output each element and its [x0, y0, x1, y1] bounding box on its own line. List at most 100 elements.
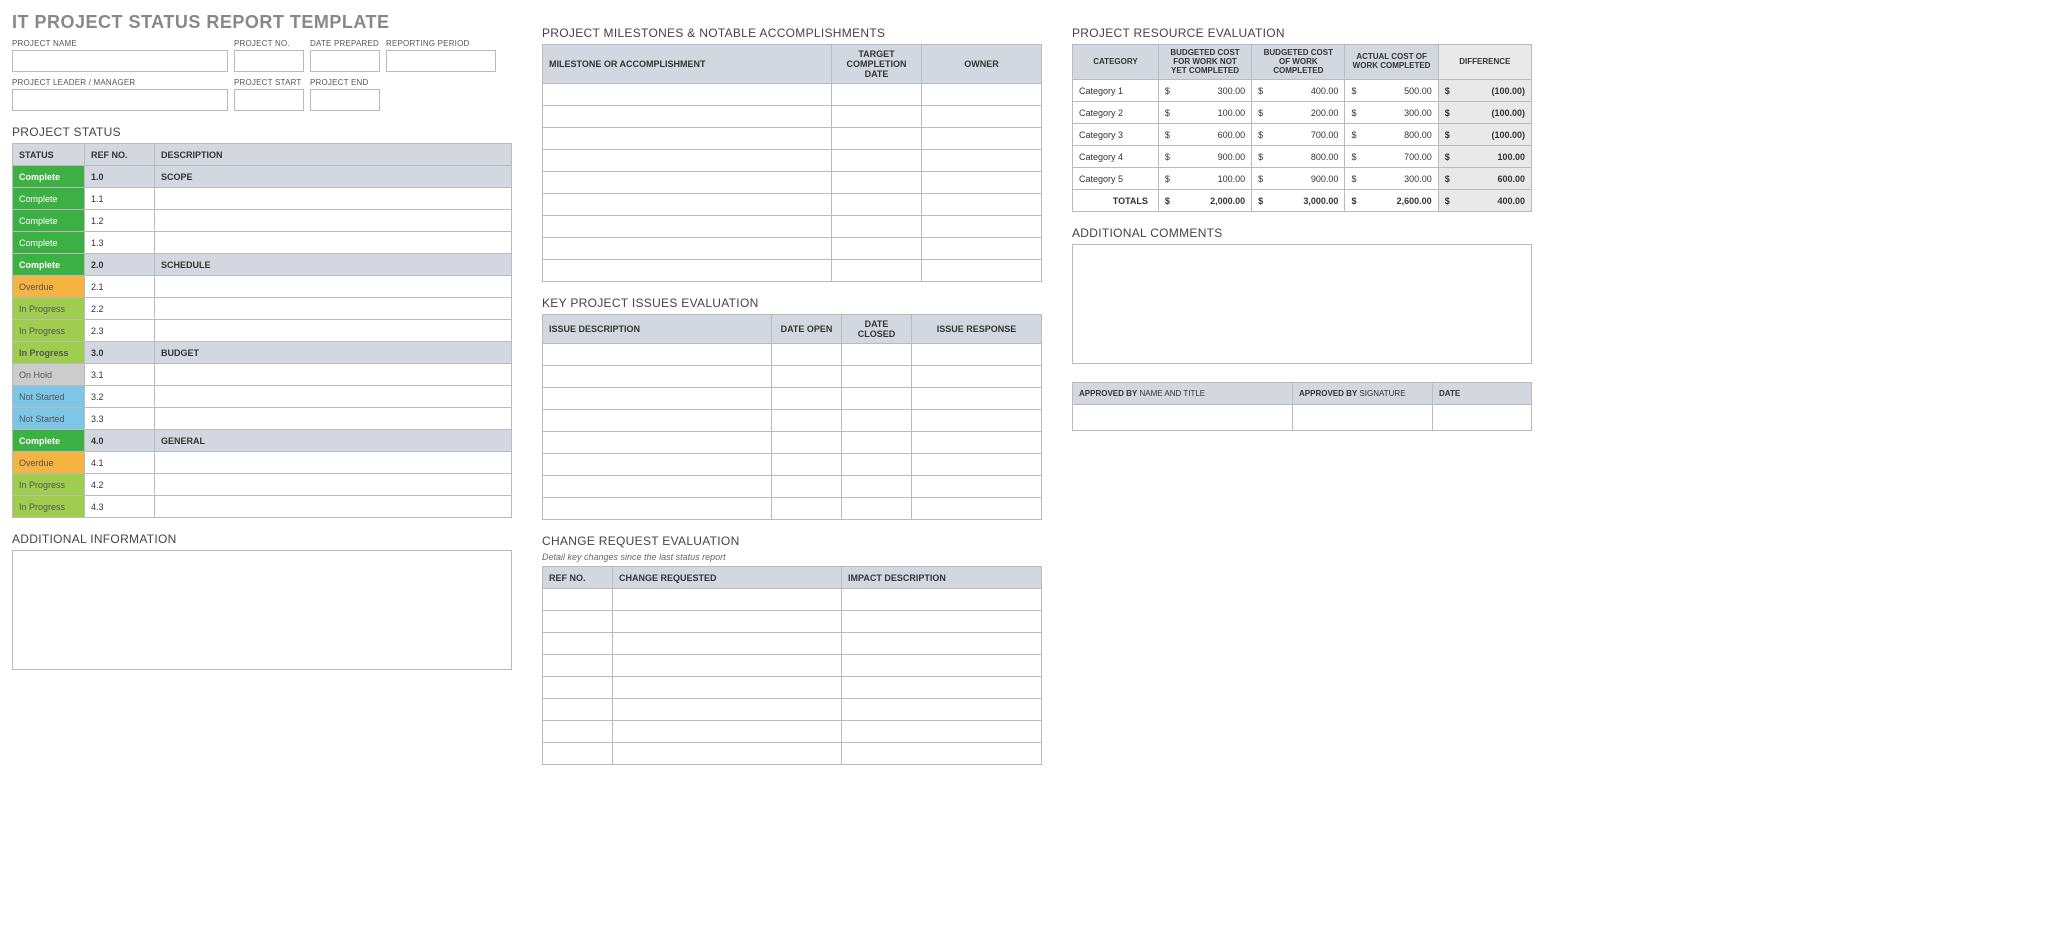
- status-cell: On Hold: [13, 364, 85, 386]
- money-cell: $300.00: [1345, 168, 1438, 190]
- table-row: Category 4$900.00$800.00$700.00$100.00: [1073, 146, 1532, 168]
- status-cell: Complete: [13, 232, 85, 254]
- table-row[interactable]: [543, 84, 1042, 106]
- money-cell: $500.00: [1345, 80, 1438, 102]
- desc-cell[interactable]: [155, 408, 512, 430]
- desc-cell[interactable]: [155, 364, 512, 386]
- input-project-name[interactable]: [12, 50, 228, 72]
- ref-cell: 1.3: [85, 232, 155, 254]
- table-row[interactable]: [543, 476, 1042, 498]
- table-row: Complete2.0SCHEDULE: [13, 254, 512, 276]
- table-row: On Hold3.1: [13, 364, 512, 386]
- table-row[interactable]: [543, 366, 1042, 388]
- input-reporting-period[interactable]: [386, 50, 496, 72]
- table-row[interactable]: [543, 677, 1042, 699]
- table-row: Category 2$100.00$200.00$300.00$(100.00): [1073, 102, 1532, 124]
- input-project-end[interactable]: [310, 89, 380, 111]
- money-cell: $100.00: [1158, 168, 1251, 190]
- table-row[interactable]: [543, 633, 1042, 655]
- th-res-c2: BUDGETED COST OF WORK COMPLETED: [1252, 45, 1345, 80]
- table-row: Category 1$300.00$400.00$500.00$(100.00): [1073, 80, 1532, 102]
- status-cell: Complete: [13, 188, 85, 210]
- money-cell: $100.00: [1438, 146, 1531, 168]
- table-row[interactable]: [543, 498, 1042, 520]
- th-res-c1: BUDGETED COST FOR WORK NOT YET COMPLETED: [1158, 45, 1251, 80]
- table-row: Complete4.0GENERAL: [13, 430, 512, 452]
- desc-cell[interactable]: GENERAL: [155, 430, 512, 452]
- table-row[interactable]: [543, 410, 1042, 432]
- table-row: In Progress3.0BUDGET: [13, 342, 512, 364]
- ref-cell: 3.3: [85, 408, 155, 430]
- section-milestones: PROJECT MILESTONES & NOTABLE ACCOMPLISHM…: [542, 26, 1042, 40]
- desc-cell[interactable]: BUDGET: [155, 342, 512, 364]
- table-row[interactable]: [543, 344, 1042, 366]
- th-res-cat: CATEGORY: [1073, 45, 1159, 80]
- table-row[interactable]: [543, 260, 1042, 282]
- money-cell: $(100.00): [1438, 80, 1531, 102]
- table-row: Complete1.2: [13, 210, 512, 232]
- desc-cell[interactable]: [155, 188, 512, 210]
- desc-cell[interactable]: [155, 276, 512, 298]
- table-row[interactable]: [543, 194, 1042, 216]
- header-row-2: PROJECT LEADER / MANAGER PROJECT START P…: [12, 78, 512, 111]
- th-issue-desc: ISSUE DESCRIPTION: [543, 315, 772, 344]
- desc-cell[interactable]: [155, 298, 512, 320]
- money-cell: $2,000.00: [1158, 190, 1251, 212]
- table-row[interactable]: [543, 743, 1042, 765]
- ref-cell: 2.0: [85, 254, 155, 276]
- desc-cell[interactable]: [155, 210, 512, 232]
- table-row[interactable]: [543, 432, 1042, 454]
- money-cell: $700.00: [1345, 146, 1438, 168]
- th-date-closed: DATE CLOSED: [842, 315, 912, 344]
- res-cat-cell: Category 5: [1073, 168, 1159, 190]
- change-table: REF NO. CHANGE REQUESTED IMPACT DESCRIPT…: [542, 566, 1042, 765]
- res-cat-cell: Category 3: [1073, 124, 1159, 146]
- th-change-impact: IMPACT DESCRIPTION: [842, 567, 1042, 589]
- th-issue-resp: ISSUE RESPONSE: [912, 315, 1042, 344]
- th-change-req: CHANGE REQUESTED: [613, 567, 842, 589]
- table-row: In Progress4.2: [13, 474, 512, 496]
- project-status-table: STATUS REF NO. DESCRIPTION Complete1.0SC…: [12, 143, 512, 518]
- input-date-prepared[interactable]: [310, 50, 380, 72]
- desc-cell[interactable]: [155, 496, 512, 518]
- table-row[interactable]: [543, 655, 1042, 677]
- table-row[interactable]: [543, 238, 1042, 260]
- table-row[interactable]: [543, 106, 1042, 128]
- table-row[interactable]: [543, 699, 1042, 721]
- desc-cell[interactable]: [155, 474, 512, 496]
- desc-cell[interactable]: [155, 386, 512, 408]
- table-row[interactable]: [543, 611, 1042, 633]
- table-row[interactable]: [543, 216, 1042, 238]
- table-row: Not Started3.2: [13, 386, 512, 408]
- table-row[interactable]: [543, 128, 1042, 150]
- table-row[interactable]: [543, 454, 1042, 476]
- desc-cell[interactable]: [155, 232, 512, 254]
- input-project-start[interactable]: [234, 89, 304, 111]
- res-cat-cell: Category 1: [1073, 80, 1159, 102]
- desc-cell[interactable]: [155, 452, 512, 474]
- desc-cell[interactable]: SCOPE: [155, 166, 512, 188]
- table-row[interactable]: [543, 172, 1042, 194]
- table-row: Overdue2.1: [13, 276, 512, 298]
- additional-info-box[interactable]: [12, 550, 512, 670]
- milestones-table: MILESTONE OR ACCOMPLISHMENT TARGET COMPL…: [542, 44, 1042, 282]
- label-project-name: PROJECT NAME: [12, 39, 228, 48]
- table-row[interactable]: [543, 388, 1042, 410]
- res-cat-cell: Category 4: [1073, 146, 1159, 168]
- money-cell: $300.00: [1345, 102, 1438, 124]
- approval-row[interactable]: [1073, 405, 1532, 431]
- status-cell: Complete: [13, 166, 85, 188]
- table-row[interactable]: [543, 150, 1042, 172]
- input-leader[interactable]: [12, 89, 228, 111]
- section-resource: PROJECT RESOURCE EVALUATION: [1072, 26, 1532, 40]
- comments-box[interactable]: [1072, 244, 1532, 364]
- status-cell: Complete: [13, 430, 85, 452]
- input-project-no[interactable]: [234, 50, 304, 72]
- label-leader: PROJECT LEADER / MANAGER: [12, 78, 228, 87]
- table-row[interactable]: [543, 589, 1042, 611]
- desc-cell[interactable]: [155, 320, 512, 342]
- label-project-no: PROJECT NO.: [234, 39, 304, 48]
- money-cell: $600.00: [1158, 124, 1251, 146]
- desc-cell[interactable]: SCHEDULE: [155, 254, 512, 276]
- table-row[interactable]: [543, 721, 1042, 743]
